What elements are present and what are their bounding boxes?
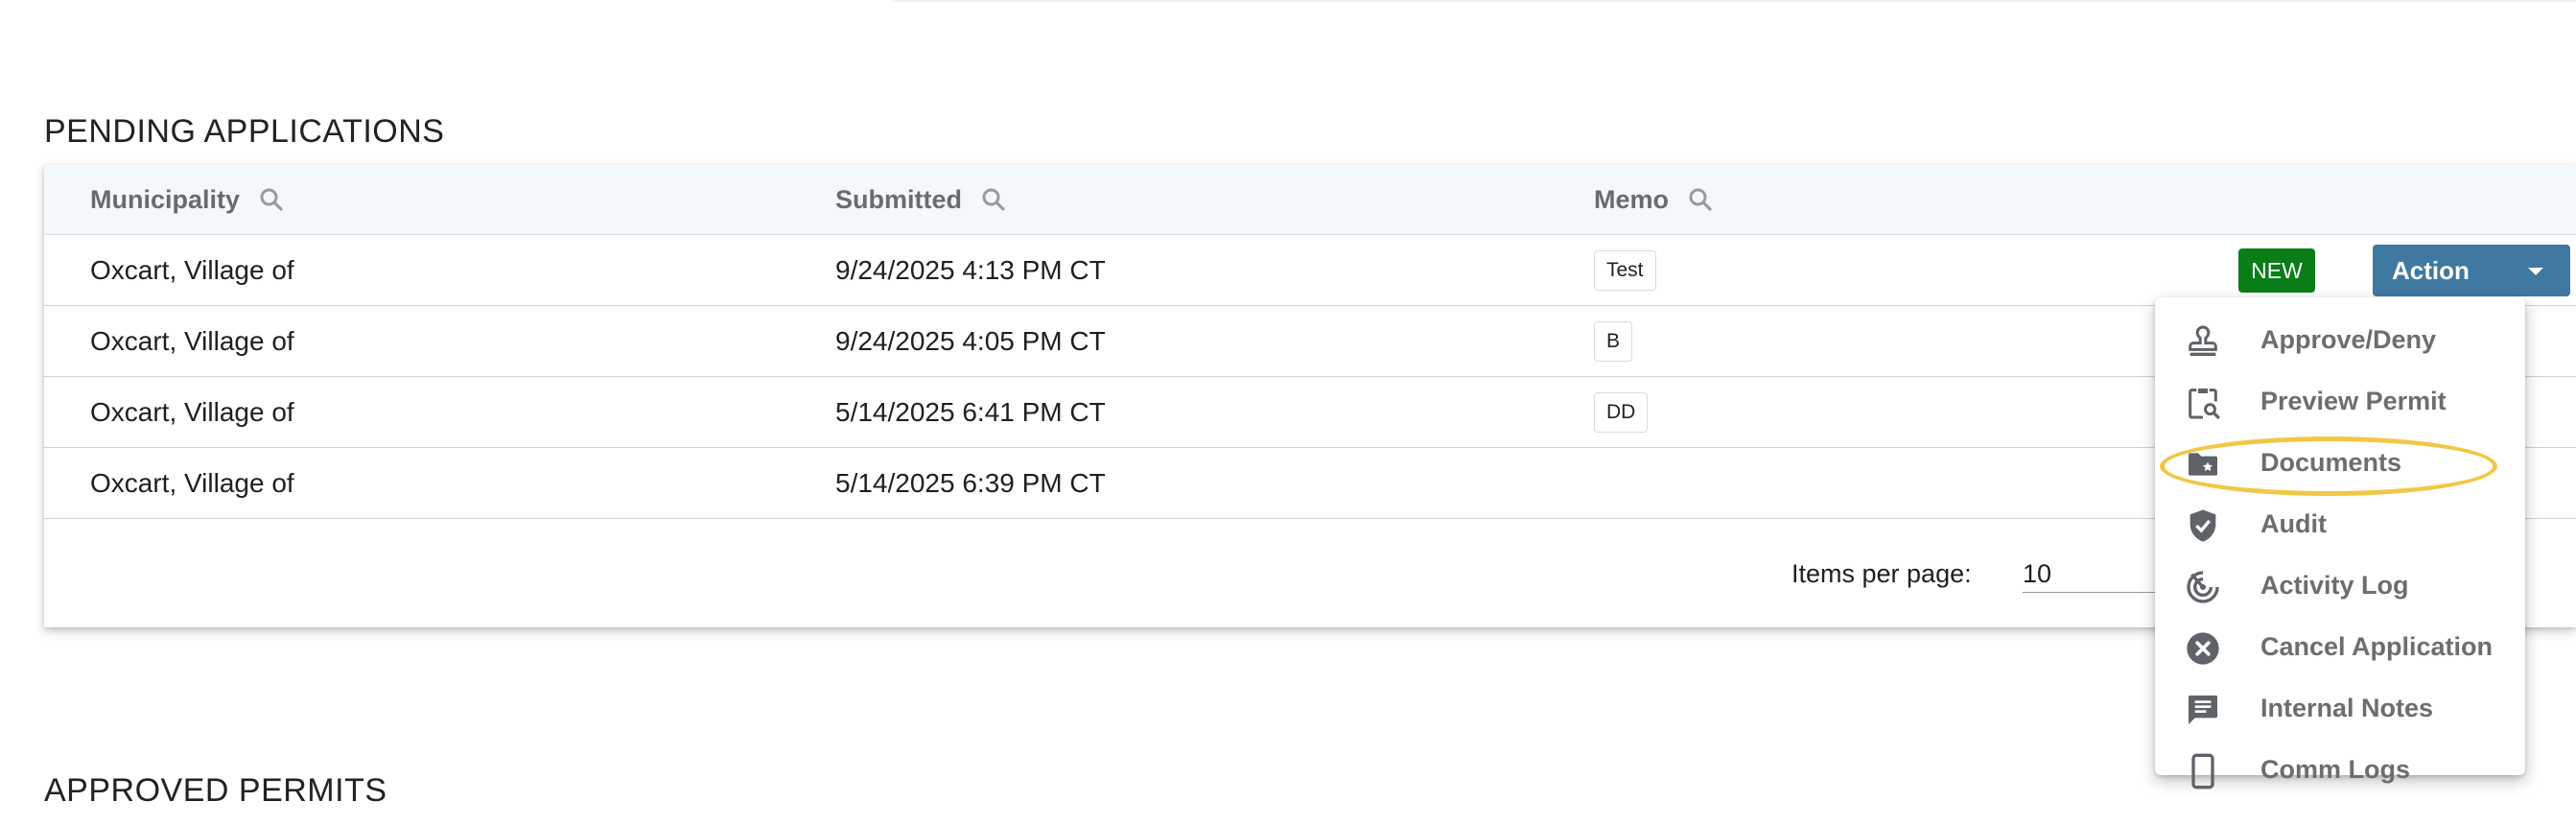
menu-item-label: Comm Logs — [2260, 754, 2411, 784]
table-header: Municipality Submitted Memo — [44, 165, 2576, 235]
action-menu: Approve/Deny Preview Permit Documents Au… — [2155, 297, 2525, 790]
items-per-page-value: 10 — [2023, 559, 2052, 588]
menu-item-label: Audit — [2260, 508, 2327, 538]
memo-chip: B — [1594, 320, 1633, 362]
column-label: Memo — [1594, 184, 1670, 214]
column-label: Municipality — [90, 184, 241, 214]
phone-icon — [2191, 753, 2214, 790]
cancel-circle-icon — [2187, 632, 2219, 665]
menu-item-cancel-application[interactable]: Cancel Application — [2155, 616, 2525, 677]
menu-item-audit[interactable]: Audit — [2155, 493, 2525, 554]
municipality-cell: Oxcart, Village of — [90, 467, 294, 498]
submitted-cell: 9/24/2025 4:05 PM CT — [835, 325, 1106, 356]
memo-chip: Test — [1594, 249, 1656, 291]
clipboard-search-icon — [2189, 389, 2220, 419]
items-per-page-label: Items per page: — [1791, 559, 1972, 588]
table-row[interactable]: Oxcart, Village of 9/24/2025 4:13 PM CT … — [44, 235, 2576, 306]
municipality-cell: Oxcart, Village of — [90, 396, 294, 427]
menu-item-activity-log[interactable]: Activity Log — [2155, 554, 2525, 616]
shield-check-icon — [2190, 509, 2216, 542]
submitted-cell: 5/14/2025 6:41 PM CT — [835, 396, 1106, 427]
stamp-icon — [2189, 325, 2217, 356]
menu-item-label: Approve/Deny — [2260, 324, 2437, 354]
action-button-label: Action — [2392, 255, 2470, 285]
column-memo[interactable]: Memo — [1594, 165, 1715, 234]
menu-item-label: Internal Notes — [2260, 693, 2434, 722]
memo-cell: Test — [1594, 235, 1656, 305]
pending-applications-title: PENDING APPLICATIONS — [44, 113, 445, 150]
submitted-cell: 9/24/2025 4:13 PM CT — [835, 254, 1106, 285]
memo-cell: DD — [1594, 377, 1649, 447]
menu-item-approve-deny[interactable]: Approve/Deny — [2155, 309, 2525, 370]
menu-item-label: Cancel Application — [2260, 631, 2494, 661]
submitted-cell: 5/14/2025 6:39 PM CT — [835, 467, 1106, 498]
search-icon[interactable] — [257, 185, 286, 214]
menu-item-comm-logs[interactable]: Comm Logs — [2155, 739, 2525, 800]
approved-permits-title: APPROVED PERMITS — [44, 772, 387, 809]
top-divider — [892, 0, 2576, 2]
menu-item-label: Preview Permit — [2260, 386, 2447, 415]
column-label: Submitted — [835, 184, 962, 214]
caret-down-icon — [2528, 268, 2543, 275]
note-icon — [2189, 695, 2217, 724]
menu-item-preview-permit[interactable]: Preview Permit — [2155, 370, 2525, 432]
search-icon[interactable] — [979, 185, 1008, 214]
activity-icon — [2187, 571, 2219, 603]
documents-highlight-annotation — [2160, 436, 2497, 496]
memo-cell: B — [1594, 306, 1633, 376]
column-submitted[interactable]: Submitted — [835, 165, 1008, 234]
menu-item-internal-notes[interactable]: Internal Notes — [2155, 677, 2525, 739]
memo-chip: DD — [1594, 391, 1649, 433]
action-button[interactable]: Action — [2373, 245, 2570, 296]
municipality-cell: Oxcart, Village of — [90, 325, 294, 356]
new-badge: NEW — [2238, 248, 2315, 293]
column-municipality[interactable]: Municipality — [90, 165, 286, 234]
search-icon[interactable] — [1686, 185, 1715, 214]
menu-item-label: Activity Log — [2260, 570, 2409, 600]
municipality-cell: Oxcart, Village of — [90, 254, 294, 285]
